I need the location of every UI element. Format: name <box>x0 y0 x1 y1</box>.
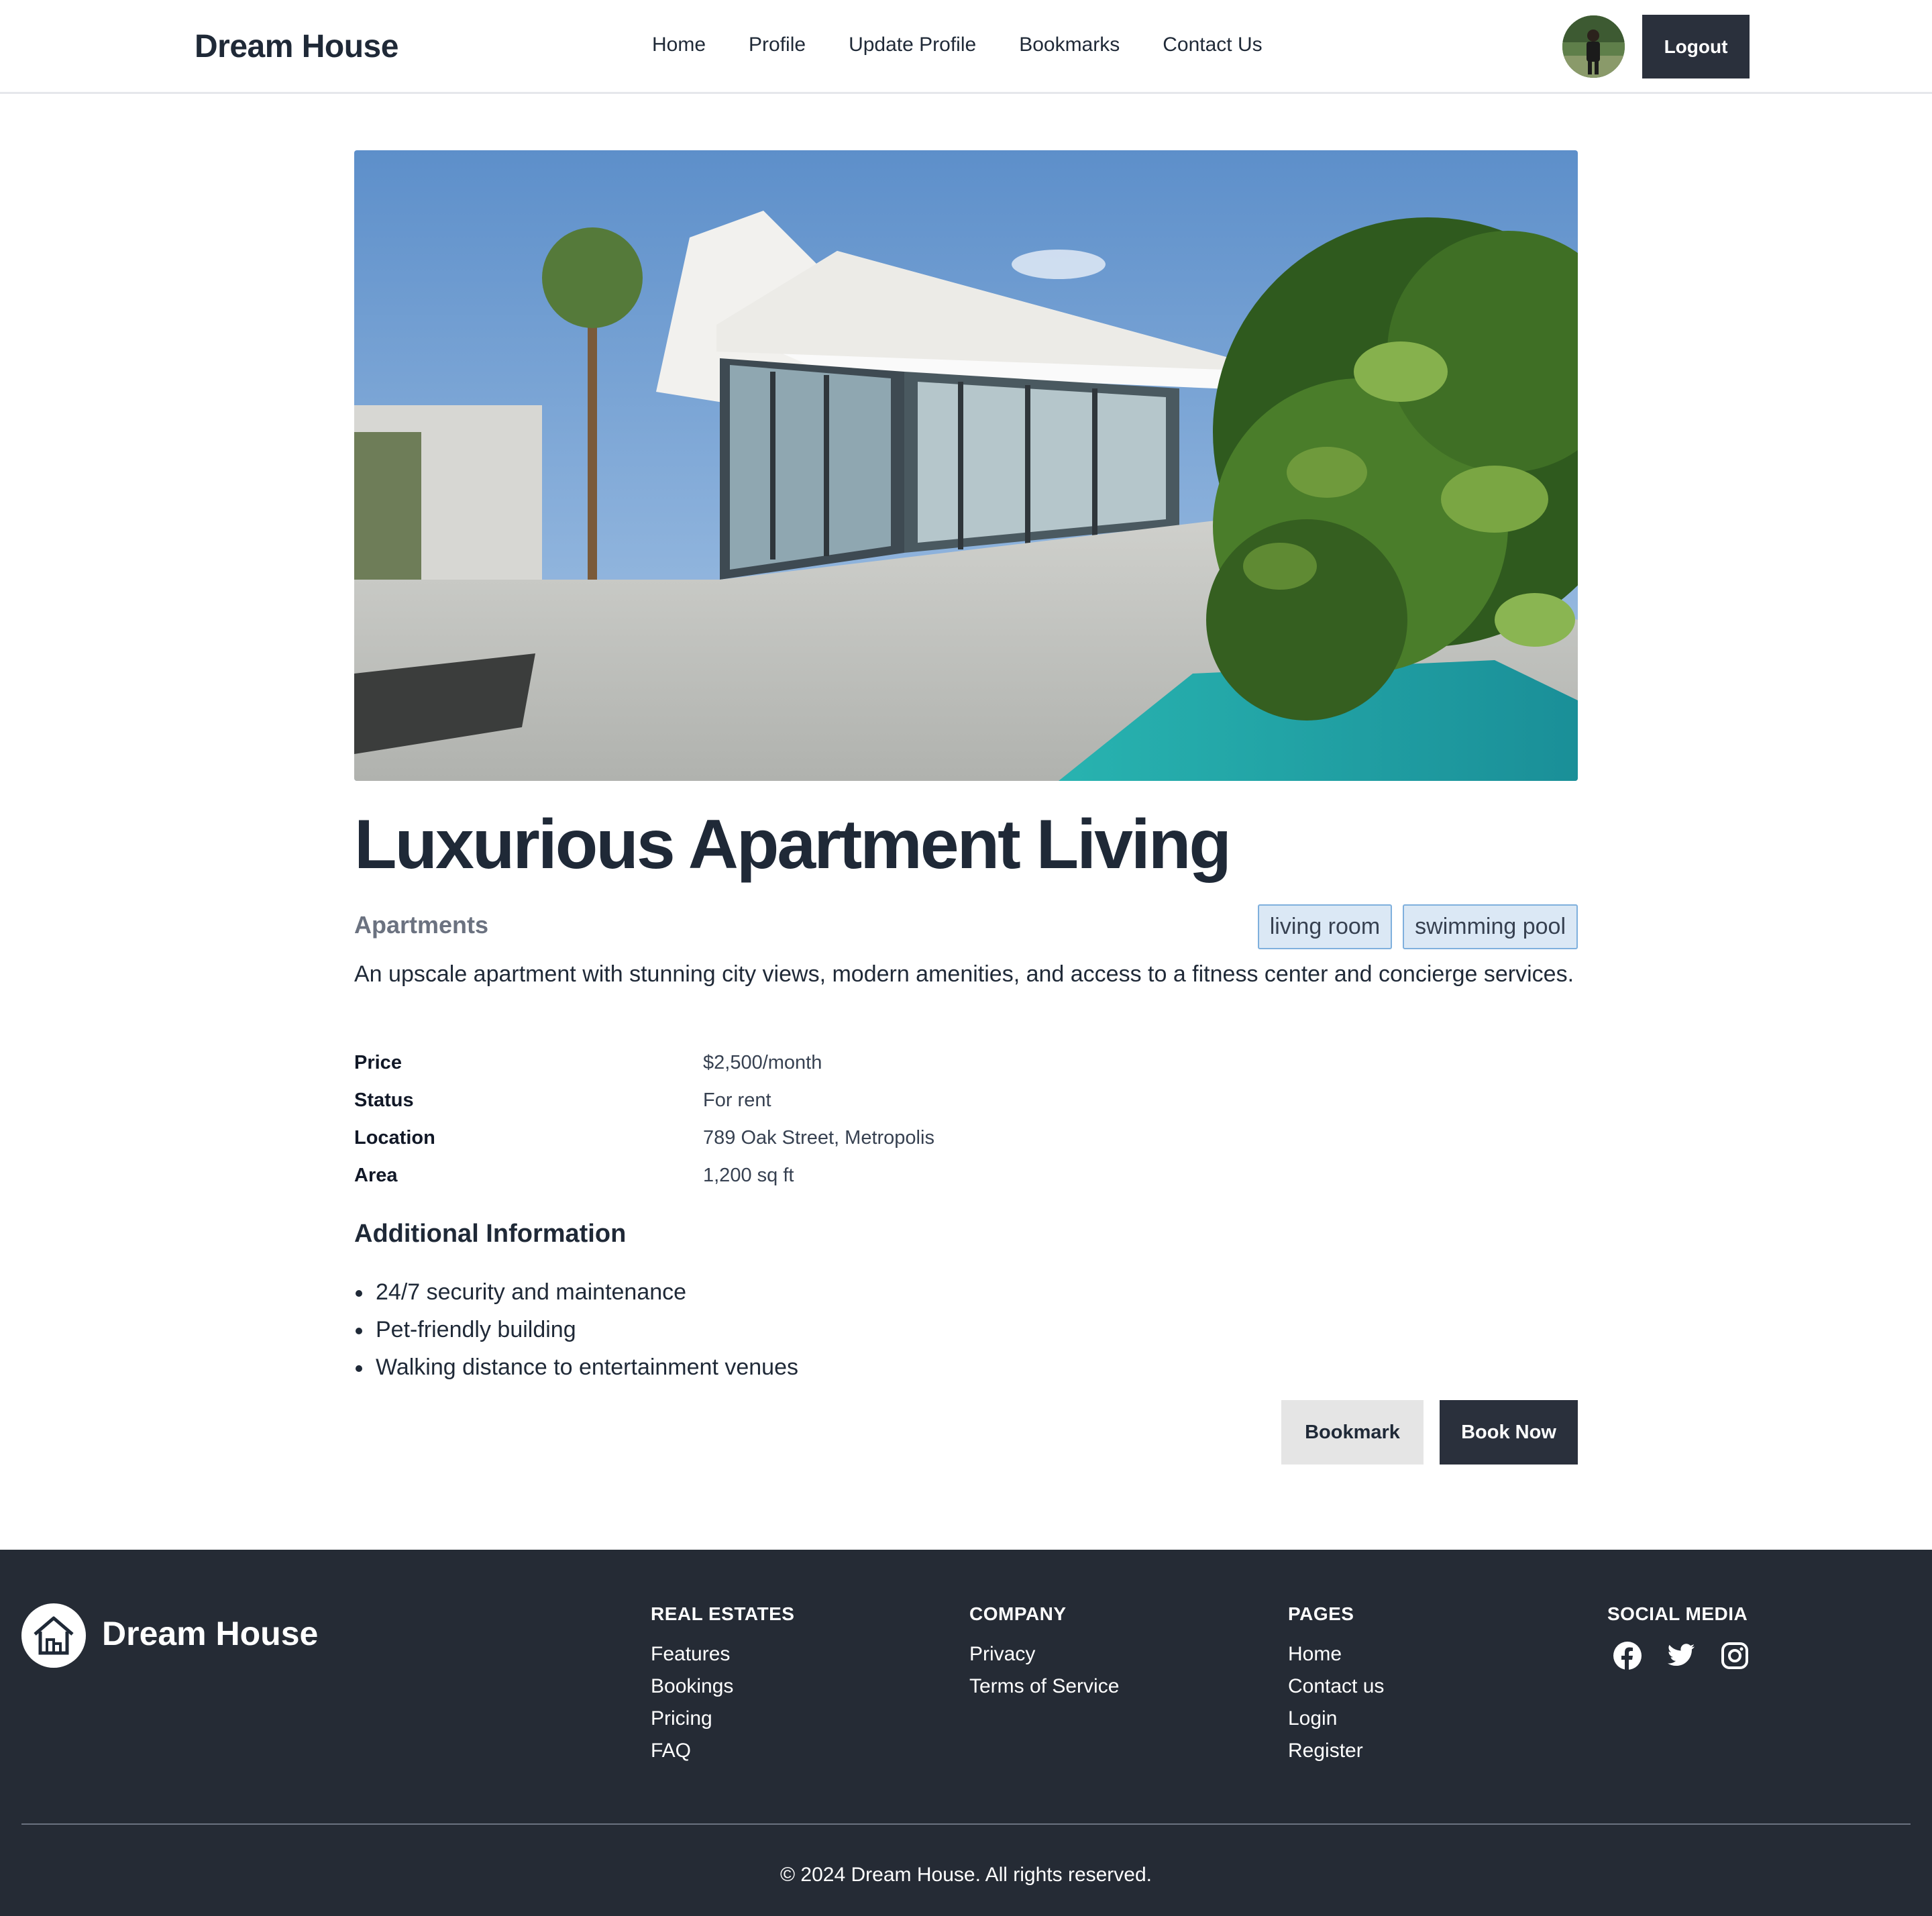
property-details: Price $2,500/month Status For rent Locat… <box>354 1044 1025 1194</box>
list-item: 24/7 security and maintenance <box>354 1273 798 1311</box>
tag-swimming-pool: swimming pool <box>1403 904 1578 949</box>
detail-row-area: Area 1,200 sq ft <box>354 1157 1025 1194</box>
list-item: Pet-friendly building <box>354 1311 798 1348</box>
detail-label: Status <box>354 1089 414 1111</box>
footer-link-pricing[interactable]: Pricing <box>651 1703 794 1735</box>
footer-link-register[interactable]: Register <box>1288 1735 1384 1767</box>
nav-profile[interactable]: Profile <box>749 34 806 56</box>
additional-info-list: 24/7 security and maintenance Pet-friend… <box>354 1273 798 1386</box>
detail-value: 1,200 sq ft <box>703 1164 794 1186</box>
footer-link-terms[interactable]: Terms of Service <box>969 1670 1119 1703</box>
detail-value: For rent <box>703 1089 771 1111</box>
logout-button[interactable]: Logout <box>1642 15 1750 78</box>
site-header: Dream House Home Profile Update Profile … <box>0 0 1932 94</box>
nav-update-profile[interactable]: Update Profile <box>849 34 976 56</box>
footer-col-company: COMPANY Privacy Terms of Service <box>969 1603 1119 1703</box>
detail-label: Price <box>354 1051 402 1073</box>
twitter-icon[interactable] <box>1665 1640 1697 1672</box>
avatar[interactable] <box>1562 15 1625 78</box>
book-now-button[interactable]: Book Now <box>1440 1400 1578 1465</box>
footer-link-features[interactable]: Features <box>651 1638 794 1670</box>
footer-link-contact-us[interactable]: Contact us <box>1288 1670 1384 1703</box>
nav-contact-us[interactable]: Contact Us <box>1163 34 1262 56</box>
detail-label: Location <box>354 1126 435 1149</box>
footer-col-title: PAGES <box>1288 1603 1354 1624</box>
nav-bookmarks[interactable]: Bookmarks <box>1019 34 1120 56</box>
footer-col-title: COMPANY <box>969 1603 1067 1624</box>
facebook-icon[interactable] <box>1611 1640 1644 1672</box>
footer-link-login[interactable]: Login <box>1288 1703 1384 1735</box>
copyright-text: © 2024 Dream House. All rights reserved. <box>780 1864 1152 1886</box>
list-item: Walking distance to entertainment venues <box>354 1348 798 1386</box>
footer-divider <box>21 1823 1911 1825</box>
footer-link-bookings[interactable]: Bookings <box>651 1670 794 1703</box>
footer-link-faq[interactable]: FAQ <box>651 1735 794 1767</box>
footer-brand[interactable]: Dream House <box>102 1614 318 1653</box>
tag-list: living room swimming pool <box>1257 904 1578 949</box>
property-category: Apartments <box>354 911 489 939</box>
detail-row-location: Location 789 Oak Street, Metropolis <box>354 1119 1025 1157</box>
footer-link-privacy[interactable]: Privacy <box>969 1638 1119 1670</box>
footer-col-title: REAL ESTATES <box>651 1603 795 1624</box>
property-image <box>354 150 1578 781</box>
site-footer: Dream House REAL ESTATES Features Bookin… <box>0 1550 1932 1916</box>
bookmark-button[interactable]: Bookmark <box>1281 1400 1424 1465</box>
footer-link-home[interactable]: Home <box>1288 1638 1384 1670</box>
main-nav: Home Profile Update Profile Bookmarks Co… <box>652 34 1263 56</box>
detail-row-price: Price $2,500/month <box>354 1044 1025 1081</box>
footer-col-title: SOCIAL MEDIA <box>1607 1603 1748 1624</box>
property-title: Luxurious Apartment Living <box>354 806 1232 884</box>
social-links <box>1607 1640 1751 1672</box>
detail-value: $2,500/month <box>703 1051 822 1073</box>
detail-label: Area <box>354 1164 398 1186</box>
property-description: An upscale apartment with stunning city … <box>354 961 1574 987</box>
footer-col-pages: PAGES Home Contact us Login Register <box>1288 1603 1384 1767</box>
nav-home[interactable]: Home <box>652 34 706 56</box>
footer-col-social: SOCIAL MEDIA <box>1607 1603 1751 1672</box>
detail-row-status: Status For rent <box>354 1081 1025 1119</box>
footer-col-real-estates: REAL ESTATES Features Bookings Pricing F… <box>651 1603 794 1767</box>
tag-living-room: living room <box>1257 904 1393 949</box>
brand-logo-text[interactable]: Dream House <box>195 28 398 65</box>
additional-info-heading: Additional Information <box>354 1220 627 1248</box>
house-logo-icon[interactable] <box>21 1603 86 1668</box>
instagram-icon[interactable] <box>1719 1640 1751 1672</box>
detail-value: 789 Oak Street, Metropolis <box>703 1126 934 1149</box>
